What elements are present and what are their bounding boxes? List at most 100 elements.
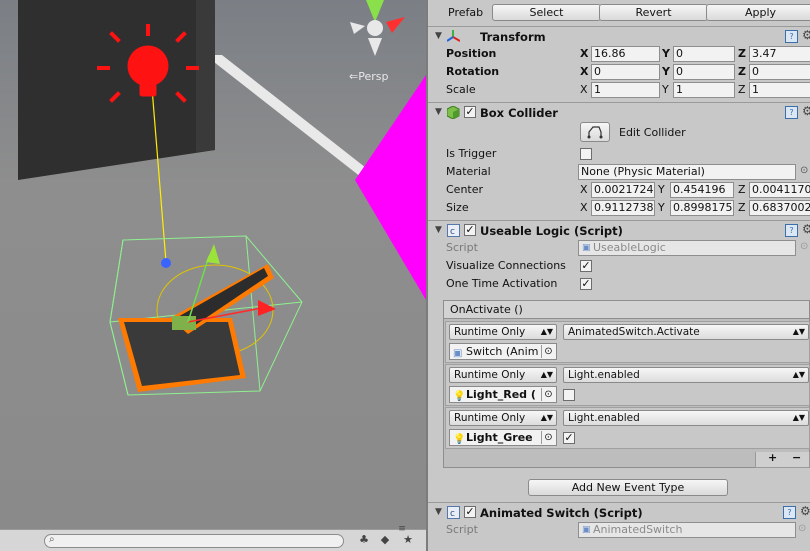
center-y-field[interactable]: 0.454196 [670,182,734,198]
axis-z-label: Z [738,47,746,60]
useable-logic-enabled-checkbox[interactable]: ✓ [464,224,476,236]
foldout-arrow-icon[interactable]: ▼ [435,225,442,235]
axis-x-label: X [580,201,588,214]
is-trigger-row: Is Trigger [428,145,810,163]
axis-x-label: X [580,65,589,78]
scale-z-field[interactable]: 1 [749,82,810,98]
box-collider-title: Box Collider [480,106,558,120]
add-new-event-type-button[interactable]: Add New Event Type [528,479,728,496]
function-value: AnimatedSwitch.Activate [568,326,700,338]
script-file-icon: ▣ [582,243,591,253]
runtime-mode-dropdown[interactable]: Runtime Only ▲▼ [449,410,557,426]
help-icon[interactable]: ? [785,106,798,119]
runtime-mode-dropdown[interactable]: Runtime Only ▲▼ [449,324,557,340]
one-time-checkbox[interactable]: ✓ [580,278,592,290]
position-y-field[interactable]: 0 [673,46,735,62]
function-dropdown[interactable]: Light.enabled ▲▼ [563,410,809,426]
remove-entry-button[interactable]: − [792,451,801,464]
add-entry-button[interactable]: + [768,451,777,464]
object-picker-icon[interactable]: ⊙ [541,345,555,358]
scene-view[interactable]: ⇐Persp ≡ ⌕ ♣ ◆ ★ [0,0,426,551]
target-object-field[interactable]: 💡 Light_Red ( ⊙ [449,386,557,403]
object-picker-icon[interactable]: ⊙ [541,388,555,401]
rotation-z-field[interactable]: 0 [749,64,810,80]
dropdown-arrow-icon: ▲▼ [792,413,805,422]
scene-bottom-bar: ≡ ⌕ ♣ ◆ ★ [0,524,426,551]
light-green-enabled-checkbox[interactable]: ✓ [563,432,575,444]
box-collider-enabled-checkbox[interactable]: ✓ [464,106,476,118]
gear-icon[interactable]: ⚙ [800,504,810,518]
prefab-revert-button[interactable]: Revert [599,4,708,21]
axis-z-label: Z [738,183,746,196]
runtime-mode-value: Runtime Only [454,412,526,424]
function-dropdown[interactable]: Light.enabled ▲▼ [563,367,809,383]
position-x-field[interactable]: 16.86 [591,46,660,62]
script-field: ▣ UseableLogic [578,240,796,256]
help-icon[interactable]: ? [785,30,798,43]
rotation-y-field[interactable]: 0 [673,64,735,80]
transform-header[interactable]: ▼ Transform ? ⚙ [428,26,810,46]
rotation-x-field[interactable]: 0 [591,64,660,80]
object-picker-icon[interactable]: ⊙ [541,431,555,444]
target-object-field[interactable]: 💡 Light_Gree ⊙ [449,429,557,446]
useable-logic-header[interactable]: ▼ c ✓ Useable Logic (Script) ? ⚙ [428,220,810,240]
edit-collider-label: Edit Collider [619,126,686,139]
rotation-row: Rotation X 0 Y 0 Z 0 [428,63,810,81]
animated-switch-header[interactable]: ▼ c ✓ Animated Switch (Script) ? ⚙ [428,502,810,522]
help-icon[interactable]: ? [783,506,796,519]
prefab-apply-button[interactable]: Apply [706,4,810,21]
material-field[interactable]: None (Physic Material) [578,164,796,180]
material-row: Material None (Physic Material) ⊙ [428,163,810,181]
svg-text:c: c [450,227,455,237]
projection-label[interactable]: ⇐Persp [349,70,388,83]
size-z-field[interactable]: 0.6837002 [749,200,810,216]
center-z-field[interactable]: 0.0041170 [749,182,810,198]
box-collider-icon [446,105,460,120]
target-object-field[interactable]: ▣ Switch (Anim ⊙ [449,343,557,360]
box-collider-header[interactable]: ▼ ✓ Box Collider ? ⚙ [428,102,810,122]
scale-x-field[interactable]: 1 [591,82,660,98]
position-z-field[interactable]: 3.47 [749,46,810,62]
gear-icon[interactable]: ⚙ [802,104,810,118]
is-trigger-checkbox[interactable] [580,148,592,160]
function-dropdown[interactable]: AnimatedSwitch.Activate ▲▼ [563,324,809,340]
gear-icon[interactable]: ⚙ [802,28,810,42]
axis-x-label: X [580,183,588,196]
z-axis-handle [161,258,171,268]
light-red-enabled-checkbox[interactable] [563,389,575,401]
target-object-value: Light_Gree [466,431,533,444]
axis-z-label: Z [738,201,746,214]
visualize-checkbox[interactable]: ✓ [580,260,592,272]
persp-label: Persp [358,70,389,83]
edit-collider-toggle[interactable] [580,122,610,142]
foldout-arrow-icon[interactable]: ▼ [435,31,442,41]
size-x-field[interactable]: 0.9112738 [591,200,655,216]
script-field: ▣ AnimatedSwitch [578,522,796,538]
layers-icon[interactable]: ♣ [356,533,372,549]
target-object-value: Switch (Anim [466,345,539,358]
foldout-arrow-icon[interactable]: ▼ [435,507,442,517]
center-x-field[interactable]: 0.0021724 [591,182,655,198]
axis-y-label: Y [662,65,670,78]
edit-collider-row: Edit Collider [428,122,810,144]
foldout-arrow-icon[interactable]: ▼ [435,107,442,117]
prefab-select-button[interactable]: Select [492,4,601,21]
object-picker-icon[interactable]: ⊙ [800,165,808,176]
scene-search-input[interactable]: ⌕ [44,534,344,548]
scale-y-field[interactable]: 1 [673,82,735,98]
axis-z-label: Z [738,65,746,78]
target-object-value: Light_Red ( [466,388,536,401]
size-y-field[interactable]: 0.8998175 [670,200,734,216]
light-bulb-icon: 💡 [453,391,466,402]
tag-icon[interactable]: ◆ [377,533,393,549]
animated-switch-enabled-checkbox[interactable]: ✓ [464,506,476,518]
one-time-label: One Time Activation [446,277,558,290]
event-entry: Runtime Only ▲▼ Light.enabled ▲▼ 💡 Light_G… [445,407,810,449]
axis-y-label: Y [662,83,669,96]
star-icon[interactable]: ★ [400,533,416,549]
help-icon[interactable]: ? [785,224,798,237]
gear-icon[interactable]: ⚙ [802,222,810,236]
runtime-mode-dropdown[interactable]: Runtime Only ▲▼ [449,367,557,383]
transform-title: Transform [480,30,546,44]
is-trigger-label: Is Trigger [446,147,497,160]
